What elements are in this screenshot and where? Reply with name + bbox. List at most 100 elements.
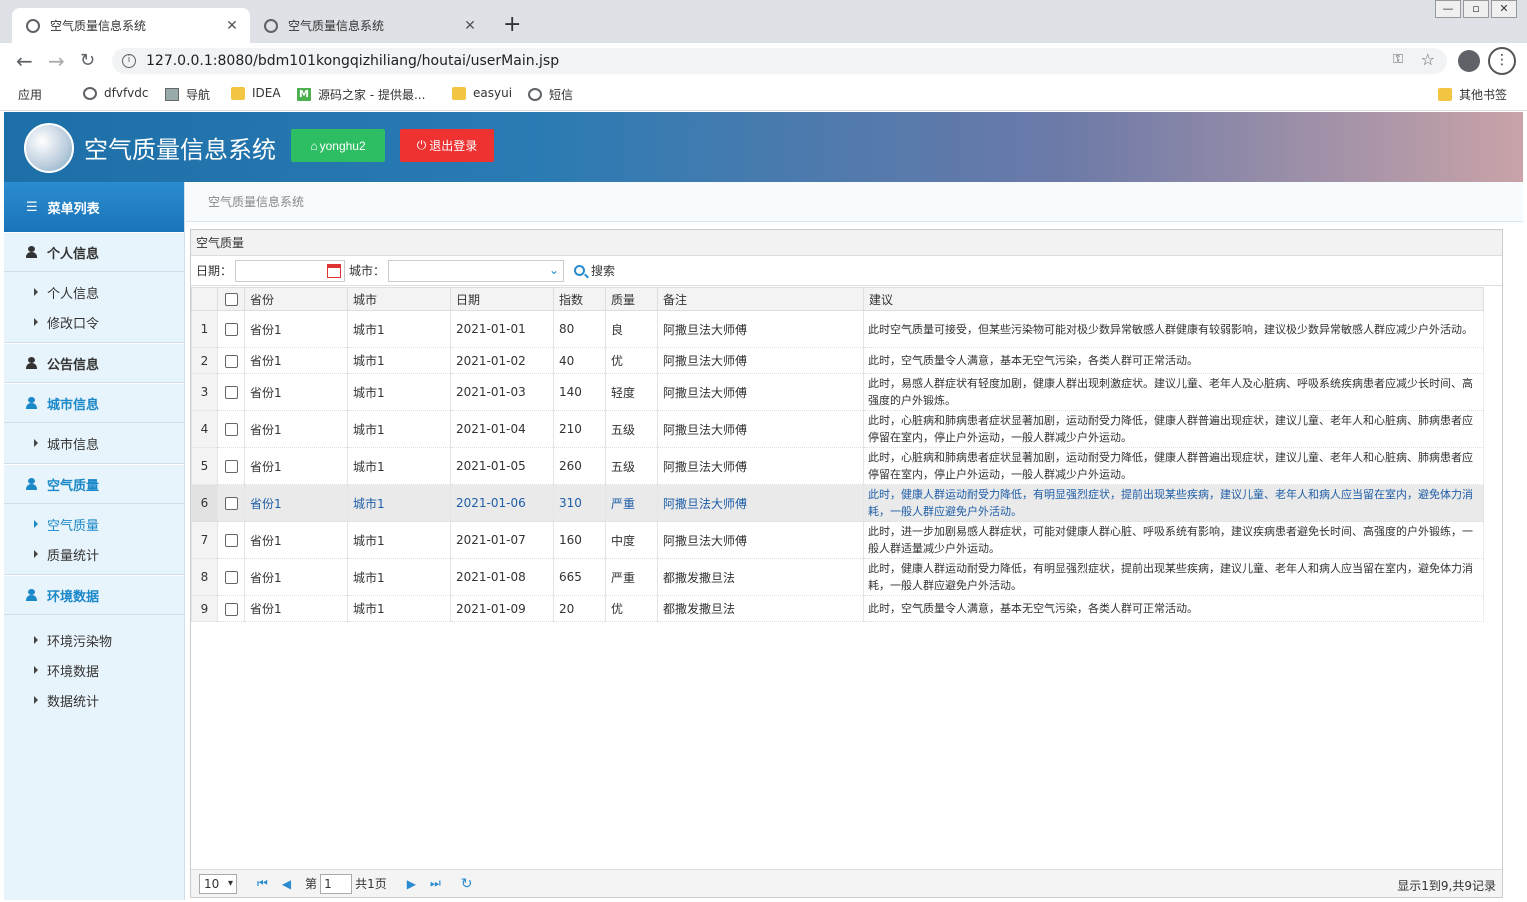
row-checkbox <box>217 373 245 411</box>
more-menu-icon[interactable]: ⋮ <box>1488 47 1516 75</box>
star-icon[interactable]: ☆ <box>1421 50 1435 69</box>
profile-avatar-icon[interactable] <box>1458 50 1480 72</box>
row-checkbox[interactable] <box>224 386 238 399</box>
date-cell: 2021-01-05 <box>450 447 554 485</box>
bookmark-nav[interactable]: 导航 <box>165 86 210 103</box>
row-checkbox[interactable] <box>224 534 238 547</box>
key-icon[interactable]: ⚿ <box>1393 52 1403 67</box>
province-cell: 省份1 <box>244 484 348 522</box>
sidebar-item-data-stats[interactable]: 数据统计 <box>4 685 184 715</box>
sidebar-item-personal-info[interactable]: 个人信息 <box>4 277 184 307</box>
sidebar-group-personal[interactable]: 个人信息 <box>4 232 184 272</box>
close-tab-icon[interactable]: ✕ <box>462 18 478 34</box>
maximize-icon[interactable]: ▫ <box>1463 0 1489 18</box>
omnibox[interactable]: i 127.0.0.1:8080/bdm101kongqizhiliang/ho… <box>112 48 1447 74</box>
date-cell: 2021-01-09 <box>450 595 554 622</box>
table-row[interactable]: 7 省份1 城市1 2021-01-07 160 中度 阿撒旦法大师傅 此时，进一步加剧易感人… <box>191 521 1484 559</box>
quality-cell: 良 <box>605 310 658 348</box>
row-checkbox[interactable] <box>224 497 238 510</box>
bookmark-dfvfvdc[interactable]: dfvfvdc <box>83 86 148 100</box>
m-logo-icon: M <box>297 88 311 101</box>
sidebar-group-air-quality[interactable]: 空气质量 <box>4 464 184 504</box>
row-checkbox[interactable] <box>224 602 238 616</box>
search-button[interactable]: 搜索 <box>574 262 615 279</box>
submenu-personal: 个人信息 修改口令 <box>4 272 184 343</box>
bookmark-yuanma[interactable]: M 源码之家 - 提供最... <box>297 86 425 103</box>
last-page-icon[interactable]: ⏭ <box>430 876 441 891</box>
page-label: 第 <box>305 877 318 891</box>
bookmark-other[interactable]: 其他书签 <box>1438 86 1507 103</box>
bookmark-idea[interactable]: IDEA <box>231 86 281 100</box>
table-row[interactable]: 6 省份1 城市1 2021-01-06 310 严重 阿撒旦法大师傅 此时，健康人群运动耐受… <box>191 484 1484 522</box>
column-header[interactable]: 建议 <box>863 287 1484 311</box>
first-page-icon[interactable]: ⏮ <box>257 876 268 891</box>
bookmark-apps[interactable]: 应用 <box>18 86 42 156</box>
browser-tab-1[interactable]: 空气质量信息系统 ✕ <box>12 8 250 43</box>
page-size-select[interactable]: 10 ▾ <box>199 873 237 894</box>
globe-icon <box>26 18 40 33</box>
bookmarks-bar: 应用 dfvfvdc 导航 IDEA M 源码之家 - 提供最... easyui… <box>0 79 1527 156</box>
minimize-icon[interactable]: — <box>1435 0 1461 18</box>
user-icon <box>26 397 37 409</box>
sidebar-item-pollutants[interactable]: 环境污染物 <box>4 625 184 655</box>
bookmark-easyui[interactable]: easyui <box>452 86 512 100</box>
home-icon: ⌂ <box>310 138 318 153</box>
user-button[interactable]: ⌂ yonghu2 <box>291 129 385 162</box>
sidebar-item-city-info[interactable]: 城市信息 <box>4 428 184 458</box>
browser-tab-2[interactable]: 空气质量信息系统 ✕ <box>250 8 488 43</box>
city-cell: 城市1 <box>347 595 451 622</box>
table-row[interactable]: 9 省份1 城市1 2021-01-09 20 优都撒发撒旦法 此时，空气质量令人满意，基本… <box>191 595 1484 622</box>
page-number-input[interactable]: 1 <box>320 873 353 894</box>
row-checkbox <box>217 484 245 522</box>
sidebar-group-notice[interactable]: 公告信息 <box>4 343 184 383</box>
row-checkbox[interactable] <box>224 354 238 368</box>
province-cell: 省份1 <box>244 373 348 411</box>
sidebar-group-environment[interactable]: 环境数据 <box>4 575 184 615</box>
city-select[interactable]: ⌄ <box>388 259 565 282</box>
bookmark-sms[interactable]: 短信 <box>528 86 573 103</box>
date-cell: 2021-01-08 <box>450 558 554 596</box>
sidebar-item-change-password[interactable]: 修改口令 <box>4 307 184 337</box>
select-all-checkbox[interactable] <box>224 293 238 306</box>
prev-page-icon[interactable]: ◀ <box>282 877 291 891</box>
refresh-icon[interactable]: ↻ <box>461 876 473 892</box>
table-row[interactable]: 8 省份1 城市1 2021-01-08 665 严重 都撒发撒旦法 此时，健康人群运动耐受力… <box>191 558 1484 596</box>
sidebar-item-env-data[interactable]: 环境数据 <box>4 655 184 685</box>
table-row[interactable]: 1 省份1 城市1 2021-01-01 80 良阿撒旦法大师傅 此时空气质量可接受，但某些… <box>191 310 1484 348</box>
close-window-icon[interactable]: ✕ <box>1491 0 1517 18</box>
column-header[interactable]: 质量 <box>605 287 658 311</box>
note-cell: 都撒发撒旦法 <box>657 558 864 596</box>
row-checkbox[interactable] <box>224 571 238 584</box>
column-header[interactable]: 省份 <box>244 287 348 311</box>
next-page-icon[interactable]: ▶ <box>407 877 416 891</box>
table-row[interactable]: 2 省份1 城市1 2021-01-02 40 优阿撒旦法大师傅 此时，空气质量令人满意，基… <box>191 347 1484 374</box>
reload-icon[interactable]: ↻ <box>80 50 95 71</box>
table-row[interactable]: 4 省份1 城市1 2021-01-04 210 五级 阿撒旦法大师傅 此时，心脏病和肺病患者… <box>191 410 1484 448</box>
new-tab-button[interactable]: + <box>503 12 521 37</box>
table-row[interactable]: 5 省份1 城市1 2021-01-05 260 五级 阿撒旦法大师傅 此时，心脏病和肺病患者… <box>191 447 1484 485</box>
sidebar-group-city[interactable]: 城市信息 <box>4 383 184 423</box>
date-cell: 2021-01-07 <box>450 521 554 559</box>
row-checkbox[interactable] <box>224 323 238 336</box>
date-input[interactable] <box>235 259 346 282</box>
logout-button[interactable]: ⏻ 退出登录 <box>400 129 494 162</box>
info-icon[interactable]: i <box>122 54 136 68</box>
city-cell: 城市1 <box>347 373 451 411</box>
close-tab-icon[interactable]: ✕ <box>224 18 240 34</box>
advice-cell: 此时，易感人群症状有轻度加剧，健康人群出现刺激症状。建议儿童、老年人及心脏病、呼… <box>863 373 1484 411</box>
column-header[interactable]: 指数 <box>553 287 606 311</box>
column-header[interactable]: 日期 <box>450 287 554 311</box>
row-checkbox[interactable] <box>224 460 238 473</box>
row-checkbox[interactable] <box>224 423 238 436</box>
url-text[interactable]: 127.0.0.1:8080/bdm101kongqizhiliang/hout… <box>146 53 559 69</box>
table-row[interactable]: 3 省份1 城市1 2021-01-03 140 轻度 阿撒旦法大师傅 此时，易感人群症状有轻… <box>191 373 1484 411</box>
forward-arrow-icon[interactable]: → <box>48 49 65 73</box>
back-arrow-icon[interactable]: ← <box>16 49 33 73</box>
sidebar-item-quality-stats[interactable]: 质量统计 <box>4 539 184 569</box>
column-header[interactable]: 城市 <box>347 287 451 311</box>
row-number: 8 <box>191 558 218 596</box>
calendar-icon[interactable] <box>327 263 342 278</box>
column-header[interactable]: 备注 <box>657 287 864 311</box>
chevron-down-icon[interactable]: ⌄ <box>549 263 559 277</box>
sidebar-item-air-quality[interactable]: 空气质量 <box>4 509 184 539</box>
